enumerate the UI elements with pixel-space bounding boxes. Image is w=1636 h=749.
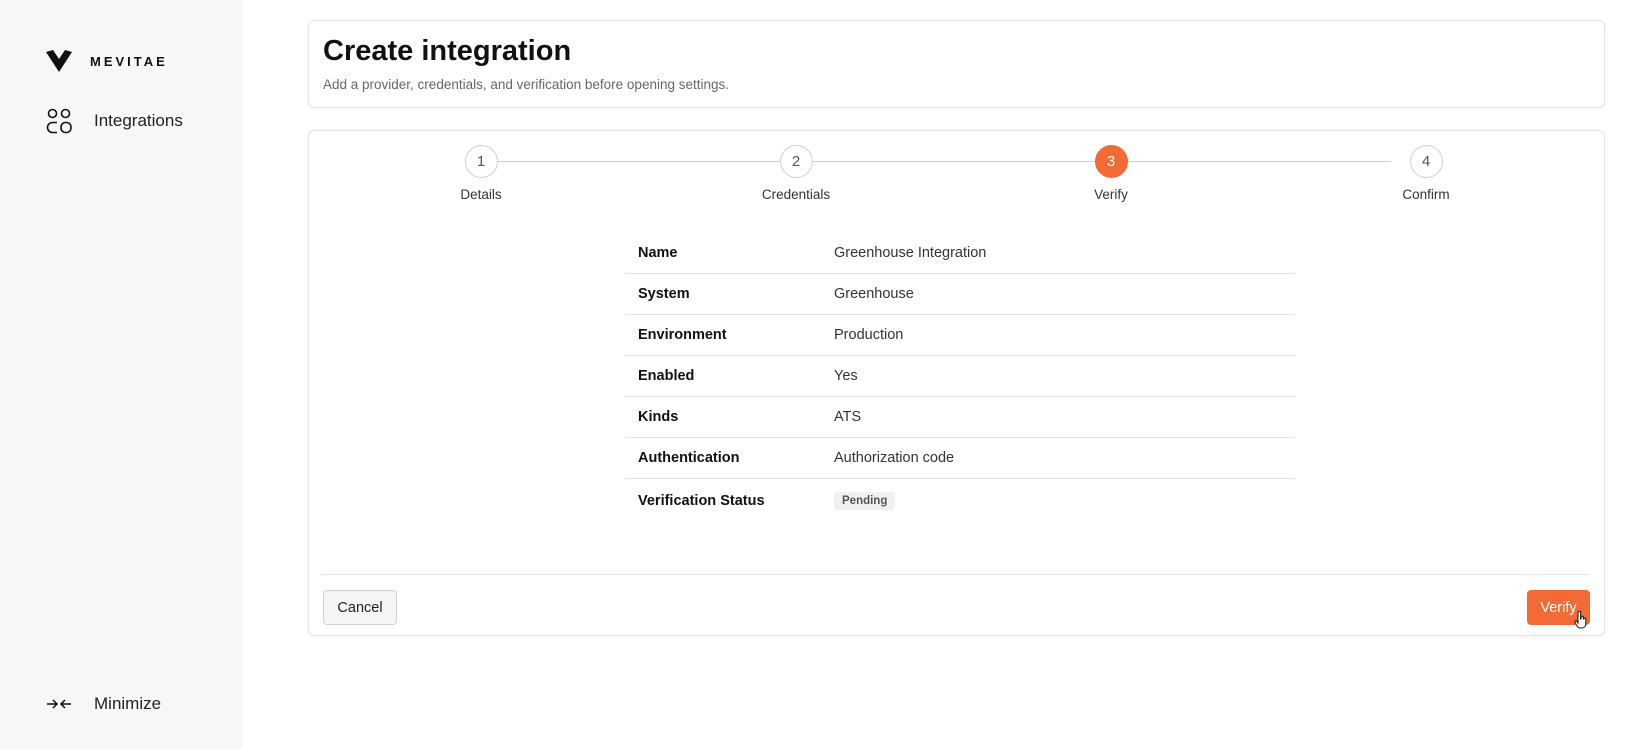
row-value: Pending bbox=[834, 492, 896, 510]
cancel-button[interactable]: Cancel bbox=[323, 590, 397, 625]
summary-table: Name Greenhouse Integration System Green… bbox=[625, 233, 1295, 523]
row-value: Greenhouse Integration bbox=[834, 245, 987, 261]
step-number-active: 3 bbox=[1094, 145, 1128, 178]
row-value: Greenhouse bbox=[834, 286, 914, 302]
page-subtitle: Add a provider, credentials, and verific… bbox=[323, 77, 730, 92]
summary-row-enabled: Enabled Yes bbox=[625, 356, 1295, 397]
page-header: Create integration Add a provider, crede… bbox=[308, 20, 1605, 108]
chevron-v-logo-icon bbox=[46, 50, 72, 72]
summary-row-authentication: Authentication Authorization code bbox=[625, 438, 1295, 479]
row-value: Authorization code bbox=[834, 450, 955, 466]
row-value: ATS bbox=[834, 409, 862, 425]
step-number: 4 bbox=[1409, 145, 1443, 178]
summary-row-verification-status: Verification Status Pending bbox=[625, 479, 1295, 523]
stepper-line bbox=[481, 161, 1391, 162]
step-label: Verify bbox=[1094, 187, 1128, 202]
people-icon bbox=[46, 108, 72, 134]
minimize-label: Minimize bbox=[94, 694, 162, 713]
brand-name: MEVITAE bbox=[90, 53, 168, 69]
summary-row-system: System Greenhouse bbox=[625, 274, 1295, 315]
page-title: Create integration bbox=[323, 35, 572, 67]
row-key: System bbox=[638, 286, 690, 302]
row-key: Enabled bbox=[638, 368, 695, 384]
step-confirm[interactable]: 4 Confirm bbox=[1356, 145, 1496, 202]
wizard-card: 1 Details 2 Credentials 3 Verify 4 Confi… bbox=[308, 130, 1605, 636]
row-key: Authentication bbox=[638, 450, 740, 466]
step-number: 2 bbox=[779, 145, 813, 178]
footer-divider bbox=[321, 574, 1590, 575]
collapse-arrows-icon bbox=[47, 699, 71, 709]
step-label: Confirm bbox=[1402, 187, 1450, 202]
step-credentials[interactable]: 2 Credentials bbox=[726, 145, 866, 202]
step-label: Details bbox=[460, 187, 502, 202]
sidebar-item-integrations[interactable]: Integrations bbox=[46, 108, 183, 134]
row-key: Name bbox=[638, 245, 678, 261]
step-number: 1 bbox=[464, 145, 498, 178]
sidebar-item-label: Integrations bbox=[94, 111, 183, 130]
summary-row-name: Name Greenhouse Integration bbox=[625, 233, 1295, 274]
row-key: Kinds bbox=[638, 409, 679, 425]
row-value: Production bbox=[834, 327, 904, 343]
status-badge: Pending bbox=[834, 492, 896, 510]
brand-logo[interactable]: MEVITAE bbox=[46, 50, 168, 72]
row-value: Yes bbox=[834, 368, 858, 384]
verify-button[interactable]: Verify bbox=[1527, 590, 1590, 625]
row-key: Verification Status bbox=[638, 493, 765, 509]
step-details[interactable]: 1 Details bbox=[411, 145, 551, 202]
step-verify[interactable]: 3 Verify bbox=[1041, 145, 1181, 202]
step-label: Credentials bbox=[761, 187, 831, 202]
minimize-button[interactable]: Minimize bbox=[46, 694, 161, 714]
summary-row-kinds: Kinds ATS bbox=[625, 397, 1295, 438]
row-key: Environment bbox=[638, 327, 727, 343]
sidebar: MEVITAE Integrations Minimize bbox=[0, 0, 242, 749]
summary-row-environment: Environment Production bbox=[625, 315, 1295, 356]
